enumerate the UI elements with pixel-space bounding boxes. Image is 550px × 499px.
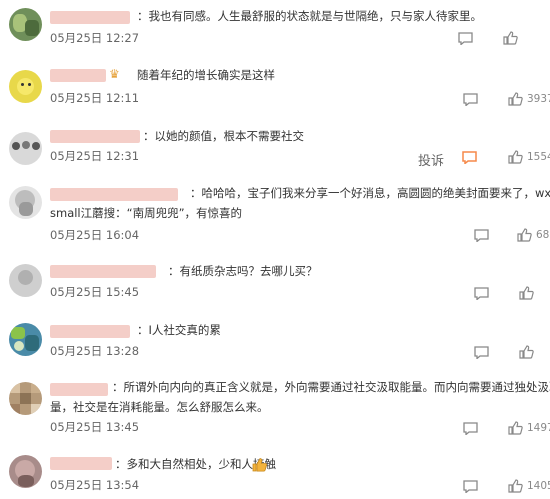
comment-item: ：所谓外向内向的真正含义就是，外向需要通过社交汲取能量。而内向需要通过独处汲取能… (0, 376, 550, 444)
comment-text: ：有纸质杂志吗？去哪儿买？ (168, 264, 318, 278)
avatar[interactable] (9, 8, 42, 41)
avatar[interactable] (9, 323, 42, 356)
comment-icon (463, 93, 478, 106)
reply-button[interactable] (474, 287, 489, 300)
user-name[interactable] (50, 69, 106, 82)
comment-item: ：哈哈哈，宝子们我来分享一个好消息，高圆圆的绝美封面要来了，wx或 small江… (0, 178, 550, 252)
thumbs-up-icon (517, 228, 532, 242)
like-count: 1497 (527, 422, 550, 434)
comment-item: ：以她的颜值，根本不需要社交 05月25日 12:31 投诉 1554 (0, 120, 550, 178)
like-button[interactable]: 1554 (508, 150, 550, 164)
comment-time: 05月25日 15:45 (50, 285, 140, 299)
like-button[interactable]: 68 (517, 228, 549, 242)
reply-button[interactable] (463, 480, 478, 493)
comment-icon (463, 422, 478, 435)
avatar[interactable] (9, 382, 42, 415)
like-button[interactable]: 1497 (508, 421, 550, 435)
comment-item: ♛ 随着年纪的增长确实是这样 05月25日 12:11 3937 (0, 62, 550, 120)
reply-button[interactable] (474, 229, 489, 242)
comment-icon (463, 480, 478, 493)
like-count: 68 (536, 229, 550, 241)
comment-time: 05月25日 13:54 (50, 478, 140, 492)
comment-item: ：I人社交真的累 05月25日 13:28 (0, 317, 550, 373)
thumbs-up-icon (508, 421, 523, 435)
user-name[interactable] (50, 325, 130, 338)
comment-item: ：有纸质杂志吗？去哪儿买？ 05月25日 15:45 (0, 255, 550, 317)
avatar[interactable] (9, 455, 42, 488)
like-button[interactable]: 3937 (508, 92, 550, 106)
comment-time: 05月25日 13:28 (50, 344, 140, 358)
user-name[interactable] (50, 457, 112, 470)
user-name[interactable] (50, 188, 178, 201)
user-name[interactable] (50, 11, 130, 24)
report-button[interactable]: 投诉 (418, 150, 444, 169)
comment-text: ：以她的颜值，根本不需要社交 (143, 129, 304, 143)
thumbs-up-icon (519, 345, 534, 359)
avatar[interactable] (9, 186, 42, 219)
reply-button[interactable] (458, 32, 473, 45)
comment-text: 随着年纪的增长确实是这样 (137, 68, 275, 82)
comment-text: ：所谓外向内向的真正含义就是，外向需要通过社交汲取能量。而内向需要通过独处汲取能 (112, 380, 550, 394)
comment-icon (462, 151, 477, 164)
like-count: 3937 (527, 93, 550, 105)
comment-item: ：多和大自然相处，少和人接触 05月25日 13:54 1405 (0, 446, 550, 499)
avatar[interactable] (9, 70, 42, 103)
like-button[interactable] (519, 286, 534, 300)
thumbs-up-icon (503, 31, 518, 45)
thumbs-up-icon (508, 150, 523, 164)
reply-button[interactable] (463, 422, 478, 435)
comment-text: ：哈哈哈，宝子们我来分享一个好消息，高圆圆的绝美封面要来了，wx或 (190, 186, 550, 200)
like-count: 1405 (527, 480, 550, 492)
comment-item: ：我也有同感。人生最舒服的状态就是与世隔绝，只与家人待家里。 05月25日 12… (0, 0, 550, 60)
reply-button[interactable] (462, 151, 477, 164)
comment-icon (474, 229, 489, 242)
comment-time: 05月25日 12:11 (50, 91, 140, 105)
user-name[interactable] (50, 265, 156, 278)
crown-badge-icon: ♛ (109, 67, 120, 81)
thumbs-up-emoji (252, 457, 267, 472)
comment-text-line2: small江蘑搜：“南周兜兜”，有惊喜的 (50, 206, 243, 220)
user-name[interactable] (50, 383, 108, 396)
comment-icon (458, 32, 473, 45)
thumbs-up-icon (519, 286, 534, 300)
comment-icon (474, 287, 489, 300)
comment-text: ：I人社交真的累 (137, 323, 221, 337)
like-count: 1554 (527, 151, 550, 163)
avatar[interactable] (9, 132, 42, 165)
comment-text: ：我也有同感。人生最舒服的状态就是与世隔绝，只与家人待家里。 (137, 9, 482, 23)
avatar[interactable] (9, 264, 42, 297)
like-button[interactable]: 1405 (508, 479, 550, 493)
comment-time: 05月25日 12:27 (50, 31, 140, 45)
thumbs-up-icon (508, 92, 523, 106)
like-button[interactable] (519, 345, 534, 359)
reply-button[interactable] (463, 93, 478, 106)
like-button[interactable] (503, 31, 518, 45)
reply-button[interactable] (474, 346, 489, 359)
user-name[interactable] (50, 130, 140, 143)
comment-time: 05月25日 16:04 (50, 228, 140, 242)
comment-time: 05月25日 12:31 (50, 149, 140, 163)
thumbs-up-icon (508, 479, 523, 493)
comment-text-line2: 量，社交是在消耗能量。怎么舒服怎么来。 (50, 400, 269, 414)
comment-time: 05月25日 13:45 (50, 420, 140, 434)
comment-icon (474, 346, 489, 359)
